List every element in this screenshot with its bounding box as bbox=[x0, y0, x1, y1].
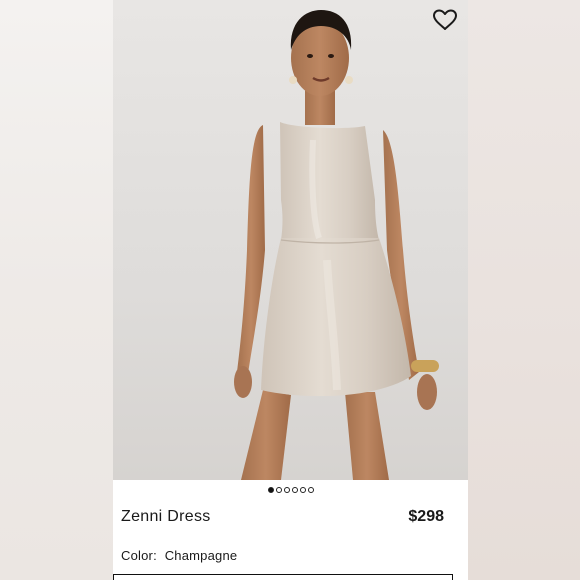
carousel-dot[interactable] bbox=[307, 487, 314, 493]
product-price: $298 bbox=[408, 508, 444, 525]
favorite-heart-icon[interactable] bbox=[432, 8, 458, 32]
color-info: Color: Champagne bbox=[121, 548, 237, 563]
carousel-dot[interactable] bbox=[291, 487, 298, 493]
product-card: Zenni Dress $298 Color: Champagne bbox=[113, 0, 468, 580]
carousel-dot[interactable] bbox=[267, 487, 274, 493]
carousel-indicator bbox=[113, 484, 468, 496]
color-value: Champagne bbox=[164, 548, 238, 563]
size-select-button[interactable] bbox=[113, 574, 453, 580]
product-name: Zenni Dress bbox=[121, 508, 211, 525]
carousel-dot[interactable] bbox=[283, 487, 290, 493]
carousel-dot[interactable] bbox=[299, 487, 306, 493]
color-label: Color: bbox=[121, 548, 157, 563]
model-illustration bbox=[234, 10, 439, 480]
carousel-dot[interactable] bbox=[275, 487, 282, 493]
background-right bbox=[468, 0, 580, 580]
background-left bbox=[0, 0, 113, 580]
product-photo[interactable] bbox=[113, 0, 468, 480]
